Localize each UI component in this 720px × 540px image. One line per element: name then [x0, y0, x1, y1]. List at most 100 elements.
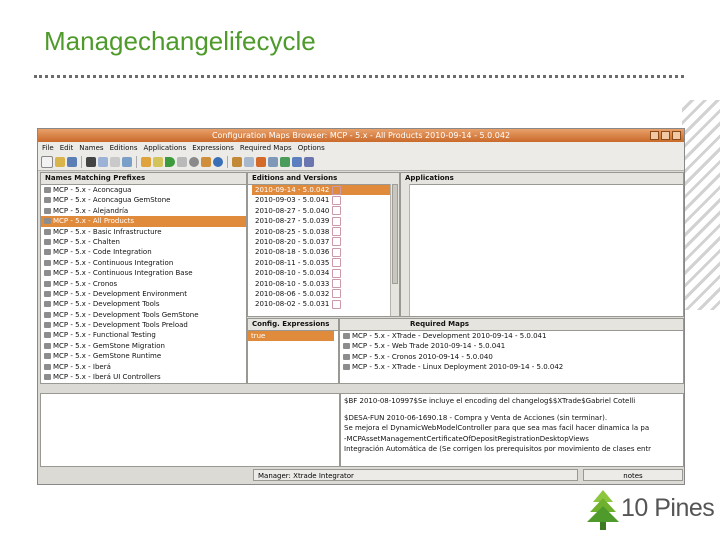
list-item[interactable]: MCP - 5.x - XTrade - Linux Deployment 20… [340, 362, 683, 372]
compare-icon[interactable] [177, 157, 187, 167]
list-item[interactable]: MCP - 5.x - Cronos 2010-09-14 - 5.0.040 [340, 352, 683, 362]
map-icon[interactable] [232, 157, 242, 167]
editions-panel-header: Editions and Versions [248, 173, 399, 185]
app-window: Configuration Maps Browser: MCP - 5.x - … [37, 128, 685, 485]
history-icon[interactable] [213, 157, 223, 167]
notes-pane[interactable]: $BF 2010-08-10997$Se incluye el encoding… [340, 393, 684, 467]
company-logo: 10 Pines [585, 488, 715, 532]
list-item[interactable]: MCP - 5.x - Continuous Integration [41, 258, 246, 268]
list-item-selected[interactable]: true [248, 331, 334, 342]
list-item[interactable]: MCP - 5.x - Web Trade 2010-09-14 - 5.0.0… [340, 341, 683, 351]
list-item[interactable]: 2010-08-10 - 5.0.034 [252, 268, 399, 278]
menu-required-maps[interactable]: Required Maps [240, 142, 292, 154]
package-icon [44, 280, 51, 287]
notes-tab[interactable]: notes [583, 469, 683, 481]
run-icon[interactable] [165, 157, 175, 167]
edit-icon[interactable] [122, 157, 132, 167]
menu-applications[interactable]: Applications [143, 142, 186, 154]
edition-icon [332, 299, 342, 309]
search-icon[interactable] [189, 157, 199, 167]
applications-panel: Applications [400, 172, 684, 317]
maximize-button[interactable] [661, 131, 670, 140]
list-item[interactable]: MCP - 5.x - GemStone Runtime [41, 351, 246, 361]
list-item[interactable]: MCP - 5.x - XTrade - Development 2010-09… [340, 331, 683, 341]
edition-icon [332, 216, 342, 226]
paste-icon[interactable] [110, 157, 120, 167]
package-icon [343, 333, 350, 339]
applications-scrollbar[interactable] [401, 184, 410, 316]
menu-edit[interactable]: Edit [60, 142, 74, 154]
list-item[interactable]: MCP - 5.x - Functional Testing [41, 330, 246, 340]
text-icon[interactable] [304, 157, 314, 167]
load-icon[interactable] [244, 157, 254, 167]
list-item[interactable]: 2010-08-18 - 5.0.036 [252, 247, 399, 257]
editions-panel: Editions and Versions 2010-09-14 - 5.0.0… [247, 172, 400, 317]
list-item[interactable]: MCP - 5.x - Aconcagua GemStone [41, 195, 246, 205]
list-item[interactable]: MCP - 5.x - Continuous Integration Base [41, 268, 246, 278]
list-item[interactable]: MCP - 5.x - GemStone Migration [41, 341, 246, 351]
tools-icon[interactable] [201, 157, 211, 167]
check-icon[interactable] [280, 157, 290, 167]
config-expressions-panel: Config. Expressions true [247, 318, 339, 384]
window-titlebar: Configuration Maps Browser: MCP - 5.x - … [38, 129, 684, 142]
editions-scrollbar[interactable] [390, 184, 399, 316]
edition-icon [332, 289, 342, 299]
hierarchy-icon[interactable] [268, 157, 278, 167]
open-icon[interactable] [55, 157, 65, 167]
list-item[interactable]: MCP - 5.x - Development Tools [41, 299, 246, 309]
required-maps-list: MCP - 5.x - XTrade - Development 2010-09… [340, 331, 683, 373]
list-item-selected[interactable]: 2010-09-14 - 5.0.042 [252, 185, 399, 196]
unload-icon[interactable] [256, 157, 266, 167]
list-item[interactable]: 2010-08-06 - 5.0.032 [252, 289, 399, 299]
package-icon [44, 259, 51, 266]
list-item[interactable]: MCP - 5.x - Iberá UI Controllers [41, 372, 246, 382]
list-item[interactable]: 2010-08-02 - 5.0.031 [252, 299, 399, 309]
list-item[interactable]: 2010-08-11 - 5.0.035 [252, 258, 399, 268]
menu-expressions[interactable]: Expressions [192, 142, 234, 154]
list-item[interactable]: MCP - 5.x - Aconcagua [41, 185, 246, 195]
edition-icon [332, 195, 342, 205]
copy-icon[interactable] [98, 157, 108, 167]
list-item[interactable]: MCP - 5.x - Development Environment [41, 289, 246, 299]
edition-icon [332, 268, 342, 278]
new-icon[interactable] [41, 156, 53, 168]
list-item[interactable]: MCP - 5.x - Basic Infrastructure [41, 227, 246, 237]
list-item[interactable]: MCP - 5.x - Alejandría [41, 206, 246, 216]
package-icon [44, 322, 51, 329]
list-item[interactable]: 2010-09-03 - 5.0.041 [252, 195, 399, 205]
list-item[interactable]: 2010-08-25 - 5.0.038 [252, 227, 399, 237]
list-item[interactable]: 2010-08-20 - 5.0.037 [252, 237, 399, 247]
list-item[interactable]: MCP - 5.x - Iberá [41, 362, 246, 372]
edition-icon [332, 206, 342, 216]
window-title: Configuration Maps Browser: MCP - 5.x - … [211, 131, 511, 140]
version-icon[interactable] [141, 157, 151, 167]
list-item[interactable]: 2010-08-10 - 5.0.033 [252, 279, 399, 289]
menu-file[interactable]: File [42, 142, 54, 154]
release-icon[interactable] [153, 157, 163, 167]
package-icon [44, 238, 51, 245]
package-icon [44, 197, 51, 204]
user-icon[interactable] [292, 157, 302, 167]
list-item[interactable]: MCP - 5.x - Development Tools GemStone [41, 310, 246, 320]
list-item[interactable]: MCP - 5.x - Chalten [41, 237, 246, 247]
list-item-selected[interactable]: MCP - 5.x - All Products [41, 216, 246, 227]
comment-pane[interactable] [40, 393, 340, 467]
browse-icon[interactable] [86, 157, 96, 167]
package-icon [44, 311, 51, 318]
minimize-button[interactable] [650, 131, 659, 140]
list-item[interactable]: 2010-08-27 - 5.0.040 [252, 206, 399, 216]
save-icon[interactable] [67, 157, 77, 167]
list-item[interactable]: MCP - 5.x - Cronos [41, 279, 246, 289]
menu-options[interactable]: Options [298, 142, 325, 154]
list-item[interactable]: 2010-08-27 - 5.0.039 [252, 216, 399, 226]
close-button[interactable] [672, 131, 681, 140]
list-item[interactable]: MCP - 5.x - Development Tools Preload [41, 320, 246, 330]
menu-editions[interactable]: Editions [110, 142, 138, 154]
menu-names[interactable]: Names [79, 142, 103, 154]
title-divider [34, 75, 684, 78]
notes-line: Integración Automática de (Se corrigen l… [344, 445, 652, 453]
decorative-stripes [682, 100, 720, 310]
list-item[interactable]: MCP - 5.x - Code Integration [41, 247, 246, 257]
package-icon [44, 363, 51, 370]
notes-line: $BF 2010-08-10997$Se incluye el encoding… [344, 397, 636, 405]
